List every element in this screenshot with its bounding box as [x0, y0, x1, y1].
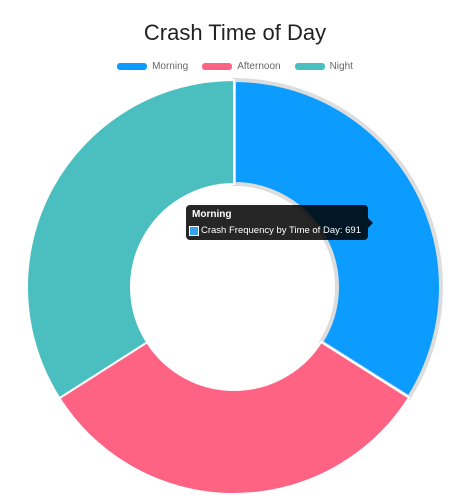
legend-label-morning: Morning [152, 61, 189, 72]
tooltip-row: Crash Frequency by Time of Day: 691 [189, 225, 361, 236]
legend-swatch-afternoon [202, 63, 233, 70]
tooltip-label: Crash Frequency by Time of Day: 691 [201, 225, 361, 236]
chart-title: Crash Time of Day [143, 20, 327, 45]
legend-swatch-night [294, 63, 325, 70]
chart-tooltip: Morning Crash Frequency by Time of Day: … [186, 205, 373, 240]
legend-label-night: Night [329, 61, 353, 72]
doughnut-chart [26, 77, 443, 495]
tooltip-title: Morning [192, 209, 232, 220]
chart-legend: Morning Afternoon Night [0, 61, 470, 72]
legend-item-morning[interactable]: Morning [117, 61, 188, 72]
tooltip-color-box [189, 225, 199, 236]
tooltip-arrow [368, 218, 373, 228]
legend-item-afternoon[interactable]: Afternoon [202, 61, 281, 72]
legend-item-night[interactable]: Night [294, 61, 353, 72]
legend-label-afternoon: Afternoon [237, 61, 281, 72]
legend-swatch-morning [117, 63, 148, 70]
